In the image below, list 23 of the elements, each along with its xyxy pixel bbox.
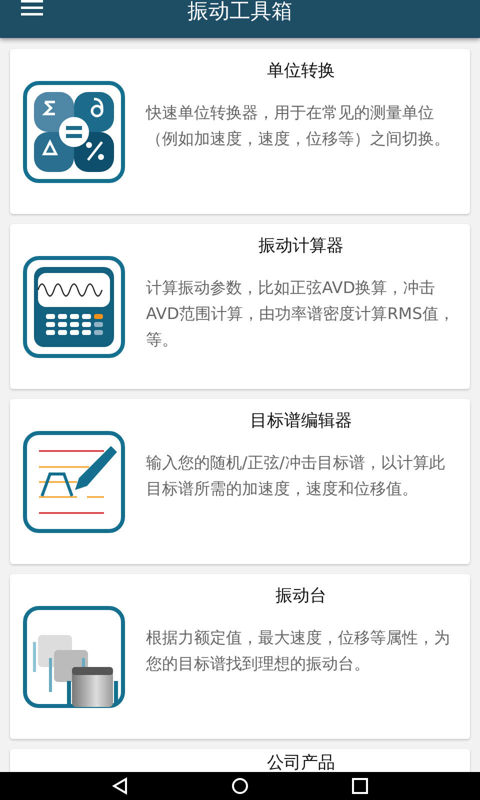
shaker-icon: [22, 604, 126, 708]
tool-card[interactable]: 单位转换 快速单位转换器，用于在常见的测量单位（例如加速度，速度，位移等）之间切换。: [10, 49, 470, 214]
card-title: 振动台: [276, 585, 326, 608]
card-title: 单位转换: [267, 60, 335, 83]
chart-editing-icon: [22, 430, 126, 534]
card-title: 目标谱编辑器: [250, 410, 352, 433]
math-symbols-icon: [22, 80, 126, 184]
card-title: 振动计算器: [258, 235, 344, 258]
tool-card[interactable]: 振动台 根据力额定值，最大速度，位移等属性，为您的目标谱找到理想的振动台。: [10, 574, 470, 739]
card-description: 快速单位转换器，用于在常见的测量单位（例如加速度，速度，位移等）之间切换。: [146, 102, 451, 150]
tool-card[interactable]: 公司产品: [10, 749, 470, 772]
back-icon[interactable]: [112, 777, 128, 795]
card-description: 输入您的随机/正弦/冲击目标谱，以计算此目标谱所需的加速度，速度和位移值。: [146, 452, 446, 500]
app-title: 振动工具箱: [188, 0, 292, 25]
tool-card[interactable]: 目标谱编辑器 输入您的随机/正弦/冲击目标谱，以计算此目标谱所需的加速度，速度和位移值。: [10, 399, 470, 564]
recents-icon[interactable]: [352, 778, 368, 794]
menu-icon[interactable]: [21, 0, 43, 16]
card-description: 根据力额定值，最大速度，位移等属性，为您的目标谱找到理想的振动台。: [146, 627, 451, 675]
calculator-icon: [22, 254, 126, 358]
card-title: 公司产品: [267, 752, 335, 772]
home-icon[interactable]: [230, 777, 249, 795]
tool-card[interactable]: 振动计算器 计算振动参数，比如正弦AVD换算，冲击AVD范围计算，由功率谱密度计算RMS值，等。: [10, 224, 470, 389]
card-description: 计算振动参数，比如正弦AVD换算，冲击AVD范围计算，由功率谱密度计算RMS值，等。: [146, 277, 456, 351]
